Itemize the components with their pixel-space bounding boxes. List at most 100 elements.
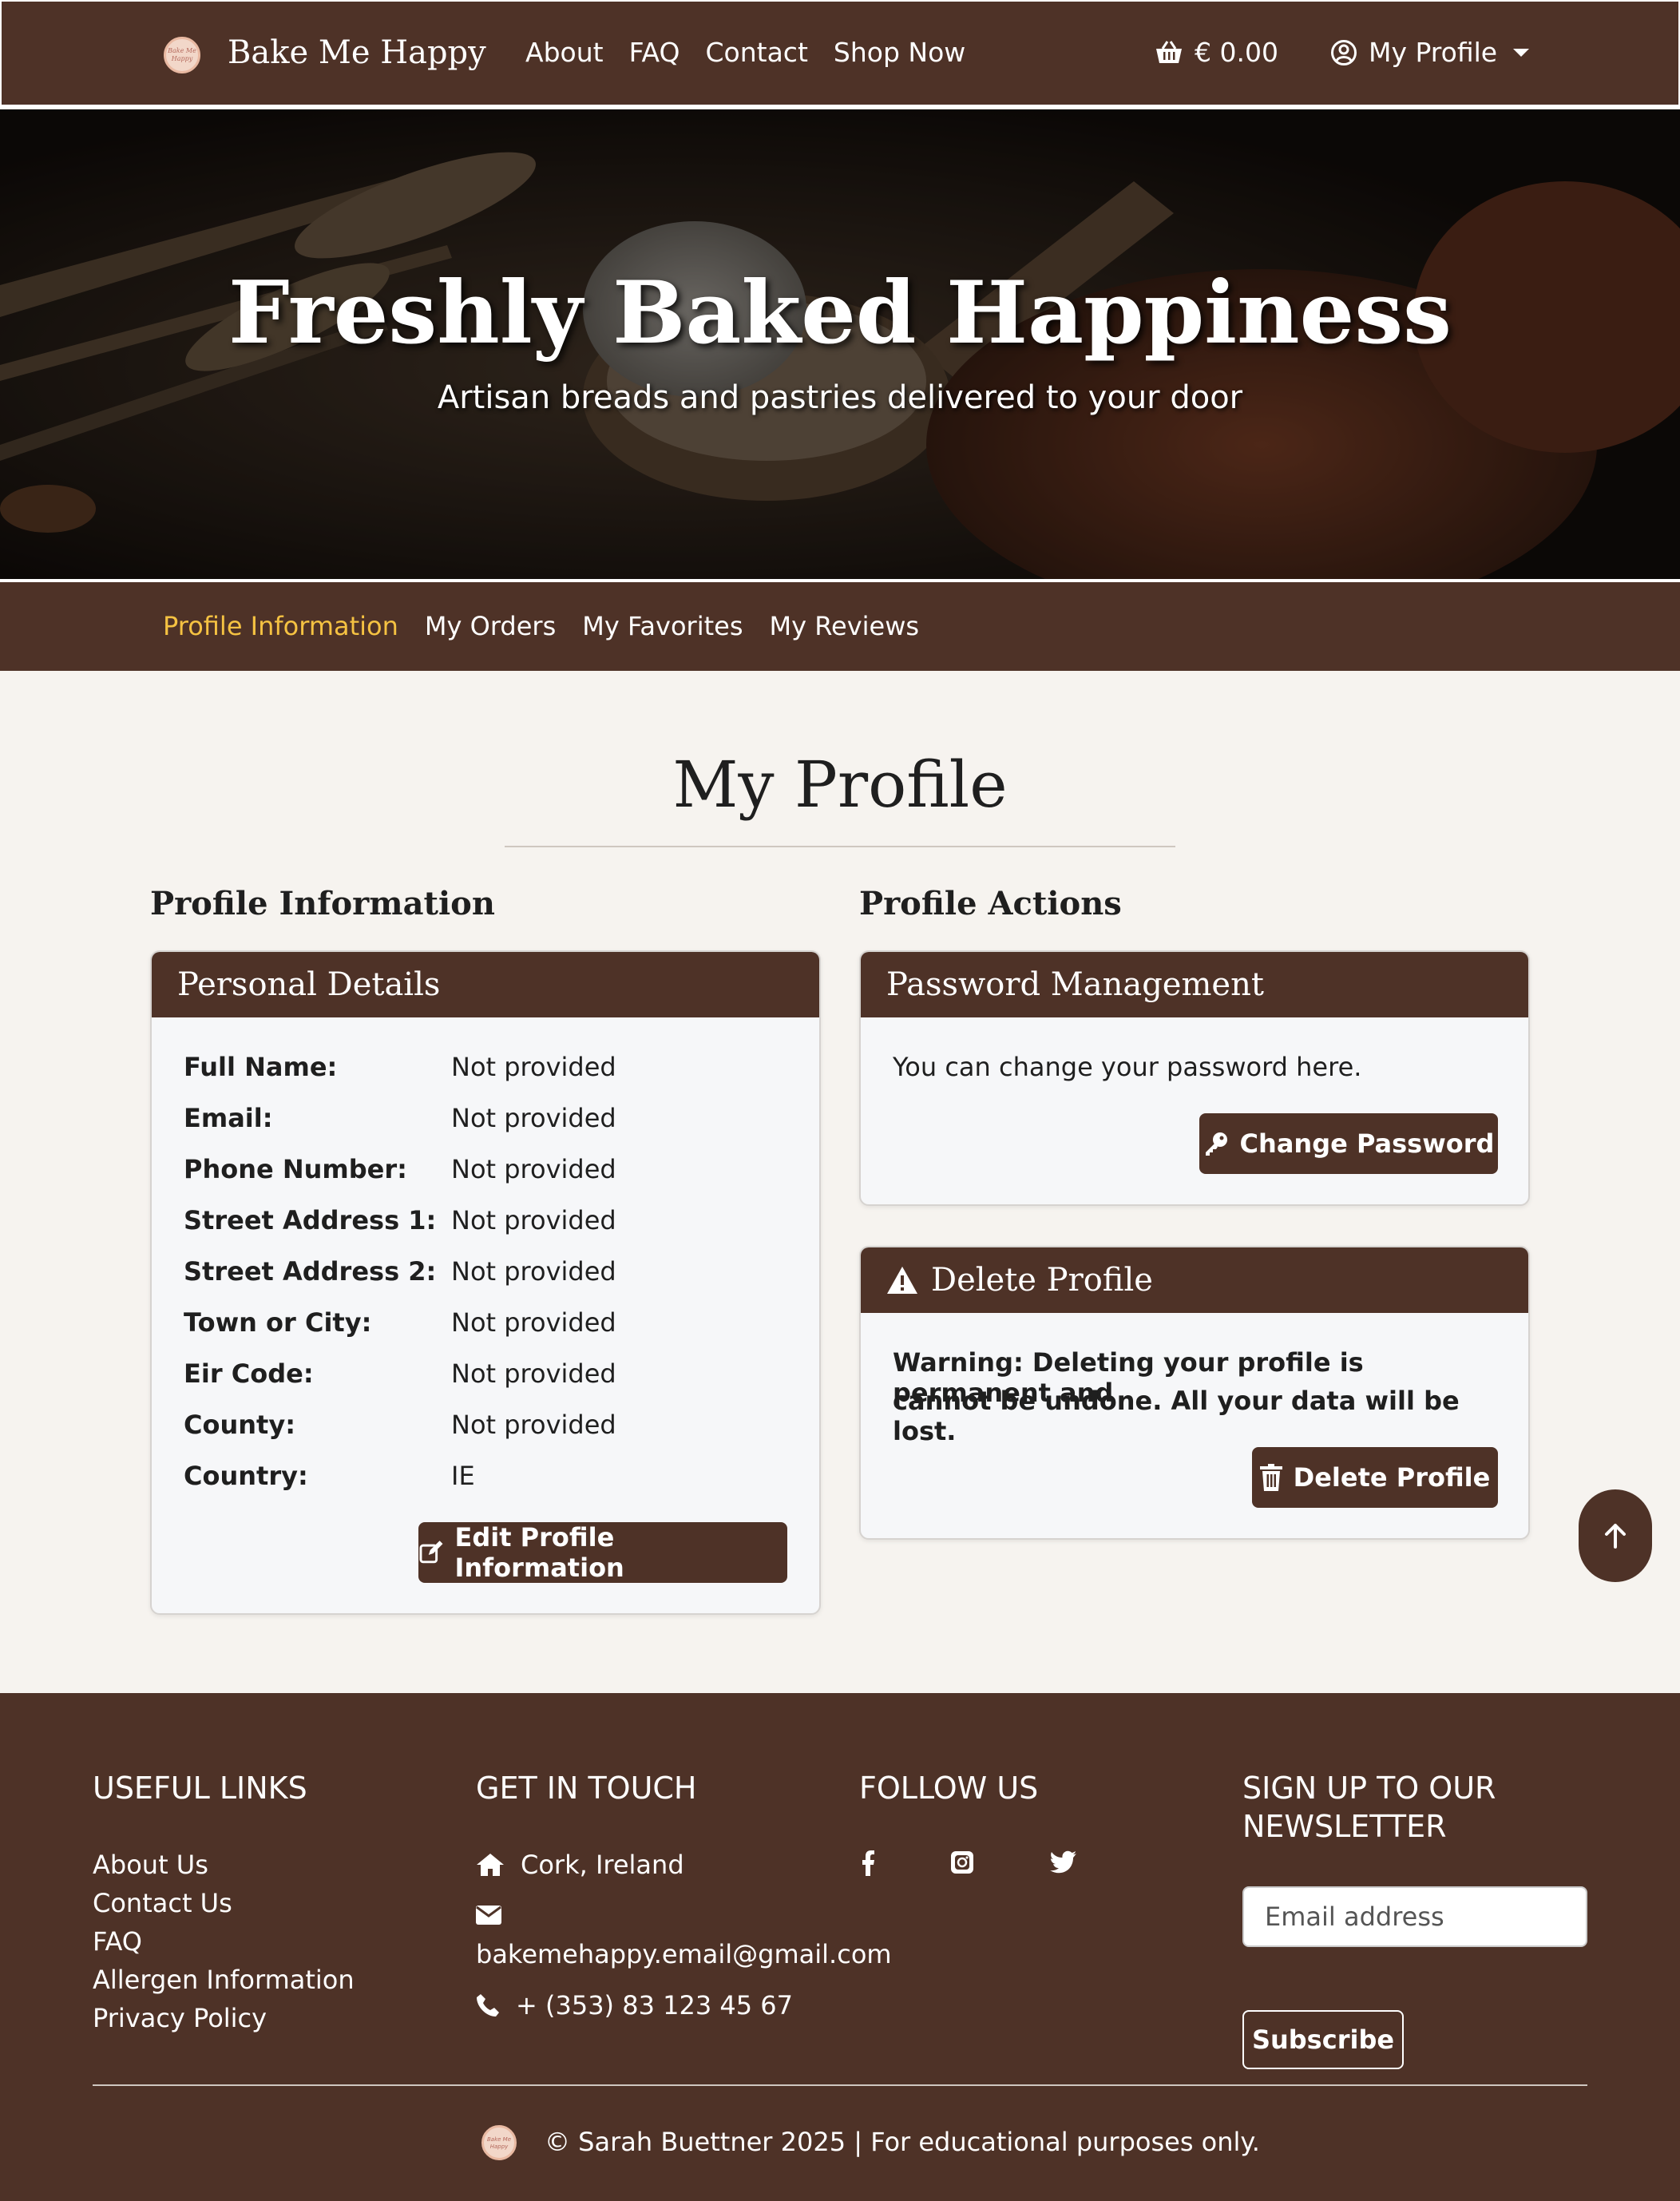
newsletter-heading: SIGN UP TO OUR NEWSLETTER [1242,1769,1496,1846]
home-icon [477,1854,504,1876]
hero-subtitle: Artisan breads and pastries delivered to… [437,379,1243,416]
cart-link[interactable]: € 0.00 [1155,37,1278,68]
nav-link-about[interactable]: About [525,37,604,68]
delete-profile-button-label: Delete Profile [1293,1462,1491,1493]
basket-icon [1156,40,1182,63]
useful-links-heading: USEFUL LINKS [93,1771,307,1806]
back-to-top-button[interactable] [1579,1489,1652,1582]
profile-subnav: Profile Information My Orders My Favorit… [0,579,1680,671]
envelope-icon [476,1906,501,1925]
detail-row-street-2: Street Address 2: Not provided [184,1256,616,1287]
profile-dropdown-label: My Profile [1369,37,1498,68]
change-password-button-label: Change Password [1239,1128,1495,1159]
edit-icon [419,1541,443,1564]
twitter-icon[interactable] [1050,1850,1077,1878]
detail-row-street-1: Street Address 1: Not provided [184,1205,616,1235]
detail-value: Not provided [451,1103,616,1133]
footer-logo-text: Bake Me Happy [486,2136,512,2150]
warning-icon [887,1267,917,1294]
arrow-up-icon [1605,1524,1626,1549]
personal-details-card: Personal Details Full Name: Not provided … [150,950,821,1615]
delete-profile-title: Delete Profile [931,1262,1153,1299]
profile-actions-heading: Profile Actions [859,885,1122,922]
detail-label: Email: [184,1103,273,1133]
password-management-title: Password Management [886,966,1264,1003]
detail-label: Town or City: [184,1307,372,1338]
user-circle-icon [1331,39,1357,65]
phone-icon [477,1994,499,2017]
main-nav: About FAQ Contact Shop Now [525,37,965,68]
copyright-text: © Sarah Buettner 2025 | For educational … [545,2127,1260,2157]
edit-profile-button[interactable]: Edit Profile Information [418,1522,787,1583]
nav-link-shop-now[interactable]: Shop Now [834,37,965,68]
nav-link-faq[interactable]: FAQ [629,37,680,68]
detail-label: Street Address 1: [184,1205,437,1235]
subnav-my-favorites[interactable]: My Favorites [582,611,743,641]
trash-icon [1259,1464,1282,1491]
brand-name[interactable]: Bake Me Happy [228,34,486,71]
brand-logo[interactable]: Bake Me Happy [164,37,200,73]
detail-value: Not provided [451,1307,616,1338]
footer-email[interactable]: bakemehappy.email@gmail.com [476,1939,892,1969]
detail-row-email: Email: Not provided [184,1103,616,1133]
title-divider [505,846,1175,847]
newsletter-heading-line-1: SIGN UP TO OUR [1242,1771,1496,1806]
key-icon [1205,1132,1227,1156]
delete-profile-button[interactable]: Delete Profile [1252,1447,1498,1508]
detail-row-town: Town or City: Not provided [184,1307,616,1338]
footer-location: Cork, Ireland [476,1850,684,1880]
facebook-icon[interactable] [861,1850,875,1879]
footer-link-allergen-information[interactable]: Allergen Information [93,1965,355,1995]
password-management-card: Password Management You can change your … [859,950,1530,1206]
footer-link-privacy-policy[interactable]: Privacy Policy [93,2003,267,2033]
nav-link-contact[interactable]: Contact [706,37,808,68]
subnav-profile-information[interactable]: Profile Information [163,611,398,641]
edit-profile-button-label: Edit Profile Information [454,1522,624,1583]
profile-information-heading: Profile Information [150,885,495,922]
personal-details-header: Personal Details [152,952,819,1017]
footer-logo: Bake Me Happy [481,2125,517,2160]
profile-dropdown[interactable]: My Profile [1330,37,1530,68]
footer-phone[interactable]: + (353) 83 123 45 67 [476,1990,793,2021]
footer-location-text: Cork, Ireland [521,1850,684,1880]
detail-value: IE [451,1461,475,1491]
detail-value: Not provided [451,1205,616,1235]
footer-link-contact-us[interactable]: Contact Us [93,1888,232,1918]
hero-title: Freshly Baked Happiness [228,263,1452,363]
detail-label: Phone Number: [184,1154,407,1184]
cart-total: € 0.00 [1195,37,1278,68]
delete-profile-card: Delete Profile Warning: Deleting your pr… [859,1246,1530,1540]
detail-label: Full Name: [184,1052,338,1082]
footer-link-faq[interactable]: FAQ [93,1926,142,1957]
newsletter-email-input[interactable] [1242,1886,1587,1947]
detail-label: Street Address 2: [184,1256,437,1287]
hero-banner: Freshly Baked Happiness Artisan breads a… [0,109,1680,579]
logo-text: Bake Me Happy [168,47,196,62]
delete-warning-line-2: cannot be undone. All your data will be … [893,1386,1460,1446]
detail-value: Not provided [451,1154,616,1184]
page-title: My Profile [672,748,1008,822]
footer-phone-text: + (353) 83 123 45 67 [516,1990,793,2021]
detail-row-eircode: Eir Code: Not provided [184,1358,616,1389]
subscribe-button[interactable]: Subscribe [1242,2010,1404,2069]
change-password-button[interactable]: Change Password [1199,1113,1498,1174]
detail-value: Not provided [451,1052,616,1082]
footer-divider [93,2084,1587,2086]
subnav-my-reviews[interactable]: My Reviews [770,611,920,641]
password-help-text: You can change your password here. [893,1052,1362,1082]
personal-details-title: Personal Details [177,966,441,1003]
instagram-icon[interactable] [950,1850,974,1878]
detail-value: Not provided [451,1256,616,1287]
follow-us-heading: FOLLOW US [859,1771,1039,1806]
chevron-down-icon [1513,48,1530,57]
get-in-touch-heading: GET IN TOUCH [476,1771,697,1806]
detail-label: Eir Code: [184,1358,314,1389]
detail-row-country: Country: IE [184,1461,475,1491]
newsletter-heading-line-2: NEWSLETTER [1242,1809,1447,1844]
footer-email-icon-wrap [476,1906,501,1925]
detail-value: Not provided [451,1410,616,1440]
footer-link-about-us[interactable]: About Us [93,1850,208,1880]
detail-row-full-name: Full Name: Not provided [184,1052,616,1082]
subnav-my-orders[interactable]: My Orders [425,611,556,641]
detail-label: County: [184,1410,295,1440]
